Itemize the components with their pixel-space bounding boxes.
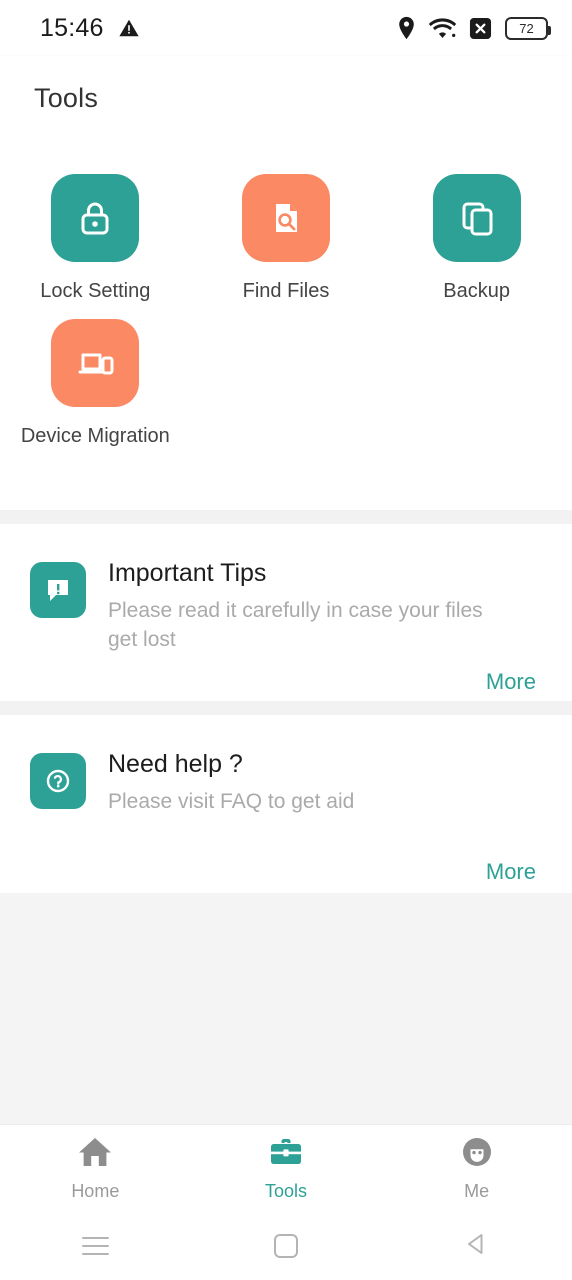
- tool-label: Find Files: [242, 280, 330, 302]
- briefcase-icon: [268, 1135, 304, 1174]
- tool-label: Backup: [443, 280, 511, 302]
- app-header: Tools: [0, 56, 572, 140]
- devices-transfer-icon: [51, 319, 140, 407]
- card-need-help[interactable]: Need help ? Please visit FAQ to get aid …: [0, 715, 572, 893]
- copy-icon: [432, 174, 521, 262]
- tool-label: Device Migration: [20, 425, 170, 447]
- tools-grid: Lock Setting Find Files Backup Device Mi…: [0, 140, 572, 448]
- avatar-icon: [459, 1135, 495, 1174]
- card-title: Need help ?: [108, 750, 243, 778]
- system-navigation-bar: [0, 1212, 572, 1280]
- card-body: Important Tips Please read it carefully …: [0, 524, 572, 655]
- tool-lock-setting[interactable]: Lock Setting: [0, 174, 191, 303]
- page-title: Tools: [34, 82, 99, 113]
- nav-item-tools[interactable]: Tools: [191, 1135, 382, 1202]
- battery-level: 72: [519, 20, 534, 36]
- section-divider: [0, 701, 572, 715]
- card-action-row: More: [0, 669, 572, 695]
- help-circle-icon: [30, 753, 86, 809]
- chat-alert-icon: [30, 562, 86, 618]
- nav-item-me[interactable]: Me: [381, 1135, 572, 1202]
- wifi-icon: [429, 17, 456, 39]
- home-icon: [77, 1135, 113, 1174]
- more-link[interactable]: More: [486, 859, 536, 885]
- battery-indicator: 72: [505, 16, 551, 40]
- more-link[interactable]: More: [486, 669, 536, 695]
- card-text: Important Tips Please read it carefully …: [108, 558, 542, 655]
- card-description: Please visit FAQ to get aid: [108, 790, 355, 814]
- tool-find-files[interactable]: Find Files: [191, 174, 382, 303]
- recents-button[interactable]: [81, 1237, 109, 1255]
- home-button[interactable]: [273, 1234, 298, 1258]
- status-bar-left: 15:46: [40, 14, 140, 43]
- card-description: Please read it carefully in case your fi…: [108, 599, 483, 652]
- status-bar-right: 72: [397, 16, 551, 40]
- hamburger-icon: [81, 1237, 109, 1255]
- tools-grid-card: Lock Setting Find Files Backup Device Mi…: [0, 140, 572, 510]
- warning-triangle-icon: [118, 17, 140, 39]
- back-button[interactable]: [464, 1231, 490, 1262]
- card-title: Important Tips: [108, 559, 267, 587]
- nav-label: Tools: [264, 1181, 307, 1201]
- tool-backup[interactable]: Backup: [381, 174, 572, 303]
- rounded-square-icon: [273, 1234, 298, 1258]
- nav-label: Me: [464, 1181, 490, 1201]
- card-action-row: More: [0, 859, 572, 885]
- status-bar-clock: 15:46: [40, 13, 104, 42]
- app-screen: 15:46 72 Tools Lock Setting Find Files B…: [0, 0, 572, 1280]
- nav-label: Home: [71, 1181, 120, 1201]
- tool-label: Lock Setting: [40, 280, 151, 302]
- card-body: Need help ? Please visit FAQ to get aid: [0, 715, 572, 817]
- bottom-navigation: Home Tools Me: [0, 1124, 572, 1212]
- tool-device-migration[interactable]: Device Migration: [0, 319, 191, 448]
- nav-item-home[interactable]: Home: [0, 1135, 191, 1202]
- location-pin-icon: [397, 16, 416, 40]
- card-important-tips[interactable]: Important Tips Please read it carefully …: [0, 524, 572, 701]
- status-bar: 15:46 72: [0, 0, 572, 56]
- back-triangle-icon: [464, 1231, 490, 1262]
- section-divider: [0, 510, 572, 524]
- lock-icon: [51, 174, 140, 262]
- file-search-icon: [241, 174, 330, 262]
- card-text: Need help ? Please visit FAQ to get aid: [108, 749, 542, 817]
- no-sim-icon: [469, 17, 492, 40]
